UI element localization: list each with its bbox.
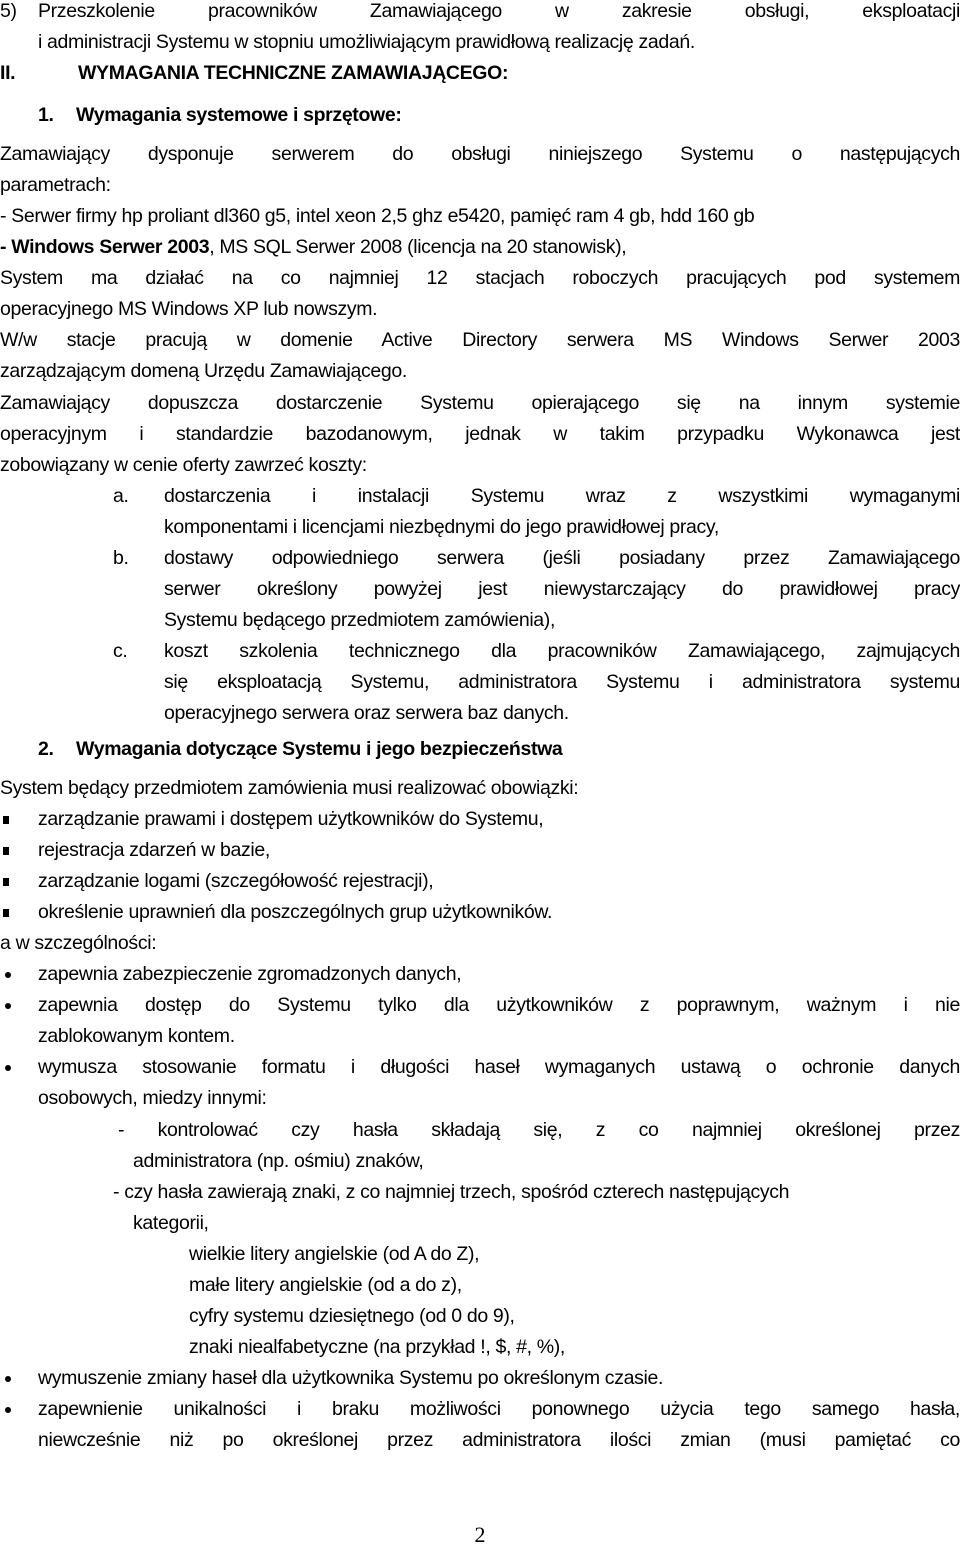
password-rule-line: kategorii,	[133, 1212, 209, 1234]
duties-intro: System będący przedmiotem zamówienia mus…	[0, 777, 579, 799]
password-rule: - czy hasła zawierają znaki, z co najmni…	[113, 1181, 790, 1203]
os-rest: , MS SQL Serwer 2008 (licencja na 20 sta…	[209, 236, 627, 258]
para-line: operacyjnego MS Windows XP lub nowszym.	[0, 298, 378, 320]
cost-item-line: dostarczenia i instalacji Systemu wraz z…	[164, 485, 960, 507]
para-line: parametrach:	[0, 174, 111, 196]
subsection-2-number: 2.	[38, 738, 54, 760]
para-line: zobowiązany w cenie oferty zawrzeć koszt…	[0, 454, 367, 476]
char-category: wielkie litery angielskie (od A do Z),	[189, 1243, 480, 1265]
para-line: operacyjnym i standardzie bazodanowym, j…	[0, 423, 960, 445]
cost-item-marker: c.	[113, 640, 128, 662]
para-line: zarządzającym domeną Urzędu Zamawiająceg…	[0, 360, 407, 382]
round-bullet-icon	[5, 1376, 11, 1382]
server-spec-line: - Serwer firmy hp proliant dl360 g5, int…	[0, 205, 755, 227]
os-line: - Windows Serwer 2003, MS SQL Serwer 200…	[0, 232, 960, 263]
subsection-1-title: Wymagania systemowe i sprzętowe:	[76, 104, 402, 126]
round-bullet-icon	[5, 972, 11, 978]
particular-item-line: niewcześnie niż po określonej przez admi…	[38, 1429, 960, 1451]
particular-item: zapewnienie unikalności i braku możliwoś…	[0, 1394, 960, 1425]
square-bullet-icon	[3, 909, 9, 917]
password-rule-line: administratora (np. ośmiu) znaków,	[133, 1150, 424, 1172]
cost-item-line: serwer określony powyżej jest niewystarc…	[164, 578, 960, 600]
os-bold: - Windows Serwer 2003	[0, 236, 210, 258]
para-line: System ma działać na co najmniej 12 stac…	[0, 267, 960, 289]
cost-item-marker: b.	[113, 547, 129, 569]
cost-item-line: dostawy odpowiedniego serwera (jeśli pos…	[164, 547, 960, 569]
cost-item-line: komponentami i licencjami niezbędnymi do…	[164, 516, 719, 538]
cost-item-a: a. dostarczenia i instalacji Systemu wra…	[0, 481, 960, 512]
round-bullet-icon	[5, 1407, 11, 1413]
particular-item: wymusza stosowanie formatu i długości ha…	[0, 1052, 960, 1083]
cost-item-c: c. koszt szkolenia technicznego dla prac…	[0, 636, 960, 667]
item-5-line-1: Przeszkolenie pracowników Zamawiającego …	[38, 0, 960, 22]
password-rule: - kontrolować czy hasła składają się, z …	[118, 1119, 960, 1141]
particular-item: zapewnia dostęp do Systemu tylko dla uży…	[0, 990, 960, 1021]
round-bullet-icon	[5, 1003, 11, 1009]
item-5-marker: 5)	[0, 0, 17, 22]
particular-item-line: zablokowanym kontem.	[38, 1025, 235, 1047]
cost-item-b: b. dostawy odpowiedniego serwera (jeśli …	[0, 543, 960, 574]
para-line: Zamawiający dopuszcza dostarczenie Syste…	[0, 392, 960, 414]
subsection-2-title: Wymagania dotyczące Systemu i jego bezpi…	[76, 738, 563, 760]
section-numeral: II.	[0, 62, 16, 84]
round-bullet-icon	[5, 1065, 11, 1071]
item-5-line-2: i administracji Systemu w stopniu umożli…	[38, 31, 695, 53]
item-5: 5) Przeszkolenie pracowników Zamawiające…	[0, 0, 960, 27]
square-bullet-icon	[3, 878, 9, 886]
cost-item-line: koszt szkolenia technicznego dla pracown…	[164, 640, 960, 662]
cost-item-line: się eksploatacją Systemu, administratora…	[164, 671, 960, 693]
square-bullet-icon	[3, 816, 9, 824]
cost-item-line: operacyjnego serwera oraz serwera baz da…	[164, 702, 569, 724]
cost-item-line: Systemu będącego przedmiotem zamówienia)…	[164, 609, 556, 631]
page-number: 2	[474, 1522, 486, 1547]
square-bullet-icon	[3, 847, 9, 855]
section-title: WYMAGANIA TECHNICZNE ZAMAWIAJĄCEGO:	[78, 62, 509, 84]
char-category: znaki niealfabetyczne (na przykład !, $,…	[189, 1336, 565, 1358]
particular-intro: a w szczególności:	[0, 932, 157, 954]
char-category: małe litery angielskie (od a do z),	[189, 1274, 462, 1296]
particular-item-line: osobowych, miedzy innymi:	[38, 1087, 267, 1109]
subsection-1-number: 1.	[38, 104, 54, 126]
cost-item-marker: a.	[113, 485, 129, 507]
char-category: cyfry systemu dziesiętnego (od 0 do 9),	[189, 1305, 515, 1327]
para-line: W/w stacje pracują w domenie Active Dire…	[0, 329, 960, 351]
para-line: Zamawiający dysponuje serwerem do obsług…	[0, 143, 960, 165]
